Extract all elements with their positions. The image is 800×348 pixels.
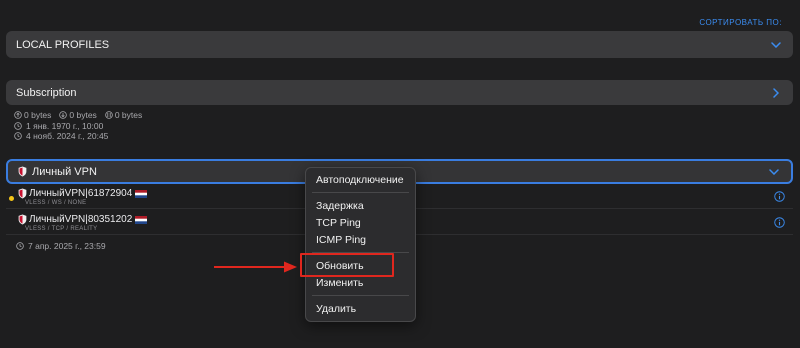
profile-transport: VLESS / WS / NONE	[25, 200, 87, 206]
chevron-right-icon[interactable]	[769, 86, 783, 100]
local-profiles-section[interactable]: LOCAL PROFILES	[6, 31, 793, 58]
download-icon	[59, 111, 68, 119]
profile-name: ЛичныйVPN|80351202	[29, 214, 133, 225]
vpn-group-updated: 7 апр. 2025 г., 23:59	[16, 241, 106, 251]
calendar-clock-icon	[14, 122, 22, 130]
download-value: 0 bytes	[69, 110, 97, 120]
menu-item-delete[interactable]: Удалить	[316, 303, 356, 315]
updated-date: 4 нояб. 2024 г., 20:45	[26, 131, 109, 141]
chevron-down-icon[interactable]	[769, 38, 783, 52]
update-highlight-box	[300, 253, 394, 277]
shield-icon	[18, 214, 27, 225]
flag-nl-icon	[135, 189, 148, 198]
info-icon[interactable]	[774, 191, 785, 202]
menu-item-latency[interactable]: Задержка	[316, 200, 364, 212]
profile-transport: VLESS / TCP / REALITY	[25, 226, 98, 232]
context-menu: Автоподключение Задержка TCP Ping ICMP P…	[305, 167, 416, 322]
arrow-right-icon	[214, 261, 297, 273]
refresh-clock-icon	[16, 242, 24, 250]
subscription-section[interactable]: Subscription	[6, 80, 793, 105]
menu-item-tcp-ping[interactable]: TCP Ping	[316, 217, 361, 229]
subscription-title: Subscription	[16, 86, 77, 99]
profile-name: ЛичныйVPN|61872904	[29, 188, 133, 199]
active-indicator	[9, 196, 14, 201]
subscription-updated: 4 нояб. 2024 г., 20:45	[14, 131, 108, 141]
menu-item-autoconnect[interactable]: Автоподключение	[316, 174, 404, 186]
created-date: 1 янв. 1970 г., 10:00	[26, 121, 104, 131]
total-value: 0 bytes	[114, 110, 143, 120]
total-traffic-icon	[105, 111, 113, 119]
flag-nl-icon	[135, 215, 148, 224]
subscription-traffic: 0 bytes 0 bytes 0 bytes	[14, 110, 146, 120]
menu-separator	[312, 295, 409, 296]
local-profiles-title: LOCAL PROFILES	[16, 38, 110, 51]
shield-icon	[18, 166, 27, 177]
subscription-created: 1 янв. 1970 г., 10:00	[14, 121, 103, 131]
shield-icon	[18, 188, 27, 199]
info-icon[interactable]	[774, 217, 785, 228]
menu-separator	[312, 192, 409, 193]
vpn-updated-date: 7 апр. 2025 г., 23:59	[28, 241, 106, 251]
upload-icon	[14, 111, 22, 119]
chevron-down-icon[interactable]	[767, 165, 781, 179]
refresh-clock-icon	[14, 132, 22, 140]
sort-by-link[interactable]: СОРТИРОВАТЬ ПО:	[699, 18, 782, 27]
vpn-group-title: Личный VPN	[32, 165, 97, 178]
upload-value: 0 bytes	[24, 110, 52, 120]
menu-item-edit[interactable]: Изменить	[316, 277, 363, 289]
menu-item-icmp-ping[interactable]: ICMP Ping	[316, 234, 366, 246]
